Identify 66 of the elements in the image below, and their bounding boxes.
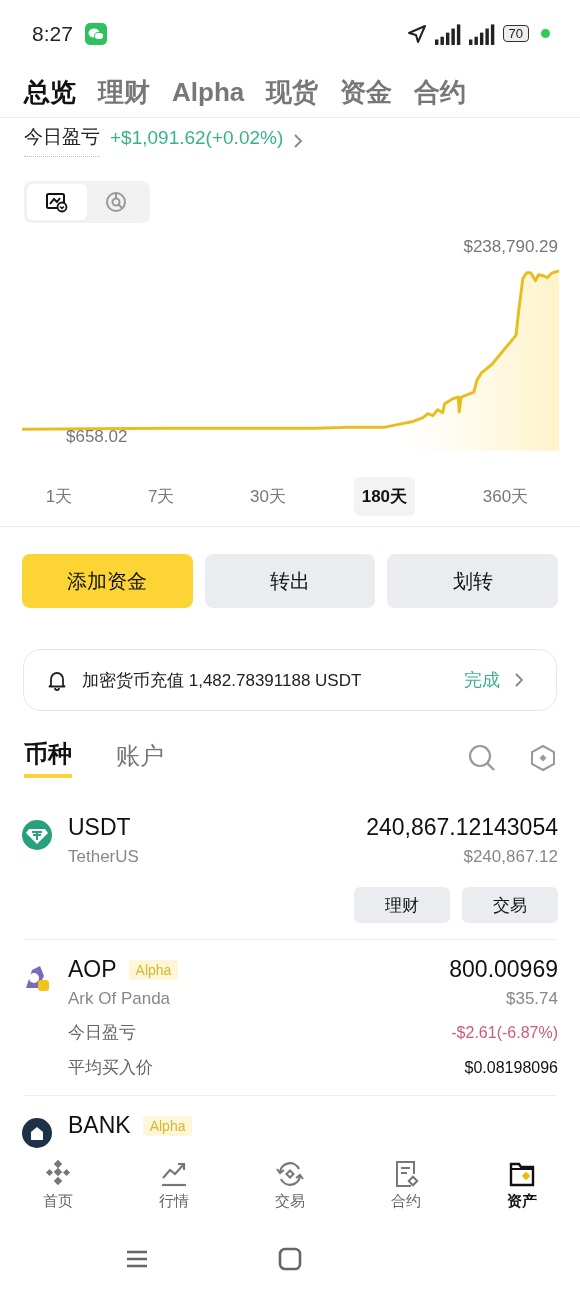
coin-action-button[interactable]: 交易 [462, 887, 558, 923]
signal-icon [468, 22, 495, 45]
trend-chart-icon [160, 1160, 188, 1189]
detail-label: 今日盈亏 [68, 1022, 136, 1044]
period-tab[interactable]: 360天 [474, 477, 537, 517]
view-toggle[interactable] [24, 181, 150, 224]
search-icon[interactable] [468, 744, 496, 773]
wallet-icon [508, 1160, 536, 1189]
chart-min-label: $658.02 [66, 427, 128, 448]
signal-icon [434, 22, 461, 45]
detail-label: 平均买入价 [68, 1057, 153, 1079]
nav-item[interactable]: 交易 [250, 1160, 330, 1230]
action-button[interactable]: 转出 [204, 554, 376, 609]
tether-icon [22, 820, 52, 850]
chart-icon[interactable] [45, 191, 69, 214]
period-tab[interactable]: 1天 [37, 477, 81, 517]
detail-value: $0.08198096 [464, 1058, 558, 1077]
coin-amount: 240,867.12143054 [366, 814, 558, 841]
nav-item[interactable]: 合约 [366, 1160, 446, 1230]
coin-value: $240,867.12 [463, 847, 558, 867]
menu-icon[interactable] [124, 1249, 149, 1270]
coin-symbol: AOP [68, 956, 117, 983]
period-tab[interactable]: 7天 [139, 477, 183, 517]
chevron-right-icon[interactable] [293, 133, 304, 148]
home-button-icon[interactable] [278, 1247, 302, 1272]
period-tab[interactable]: 180天 [353, 477, 416, 517]
exchange-icon [276, 1160, 304, 1189]
period-tab[interactable]: 30天 [242, 477, 295, 517]
coin-name: Ark Of Panda [68, 989, 171, 1009]
nav-item[interactable]: 首页 [18, 1160, 98, 1230]
coin-value: $35.74 [506, 989, 558, 1009]
chevron-right-icon [514, 673, 524, 688]
location-icon [406, 23, 427, 44]
action-button[interactable]: 划转 [387, 554, 558, 609]
tab[interactable]: Alpha [172, 76, 245, 108]
hexagon-icon[interactable] [530, 744, 556, 773]
tab[interactable]: 总览 [24, 74, 76, 110]
detail-value: -$2.61(-6.87%) [451, 1023, 558, 1042]
battery-indicator: 70 [502, 25, 529, 43]
notice-status: 完成 [464, 669, 500, 693]
coin-name: TetherUS [68, 847, 139, 867]
tab[interactable]: 资金 [340, 74, 393, 110]
nav-item[interactable]: 资产 [482, 1160, 562, 1230]
alpha-tag: Alpha [128, 959, 179, 980]
chart-max-label: $238,790.29 [463, 237, 558, 258]
deposit-notice[interactable]: 加密货币充值 1,482.78391188 USDT 完成 [23, 649, 557, 711]
bank-token-icon [22, 1118, 52, 1148]
asset-tab[interactable]: 币种 [24, 738, 72, 779]
nav-item[interactable]: 行情 [134, 1160, 214, 1230]
chat-app-icon [84, 22, 107, 45]
notice-text: 加密货币充值 1,482.78391188 USDT [82, 669, 363, 692]
tab[interactable]: 合约 [414, 74, 467, 110]
coin-action-button[interactable]: 理财 [354, 887, 450, 923]
action-button[interactable]: 添加资金 [22, 554, 193, 609]
coin-amount: 800.00969 [449, 956, 558, 983]
pnl-value: +$1,091.62(+0.02%) [110, 126, 284, 150]
bell-icon [46, 669, 68, 692]
tab[interactable]: 现货 [266, 74, 319, 110]
status-dot [541, 29, 550, 39]
pnl-label: 今日盈亏 [24, 124, 100, 158]
coin-symbol: USDT [68, 814, 131, 841]
asset-tab[interactable]: 账户 [116, 740, 164, 777]
clock: 8:27 [32, 21, 73, 46]
alpha-tag: Alpha [142, 1115, 193, 1136]
coin-symbol: BANK [68, 1112, 131, 1139]
tab[interactable]: 理财 [98, 74, 150, 110]
